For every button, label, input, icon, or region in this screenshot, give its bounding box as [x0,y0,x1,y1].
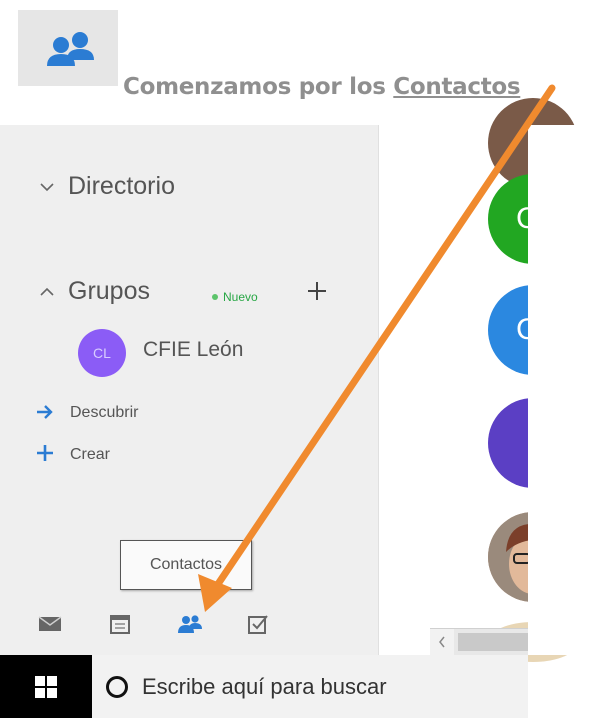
annotation-arrow [198,84,556,612]
